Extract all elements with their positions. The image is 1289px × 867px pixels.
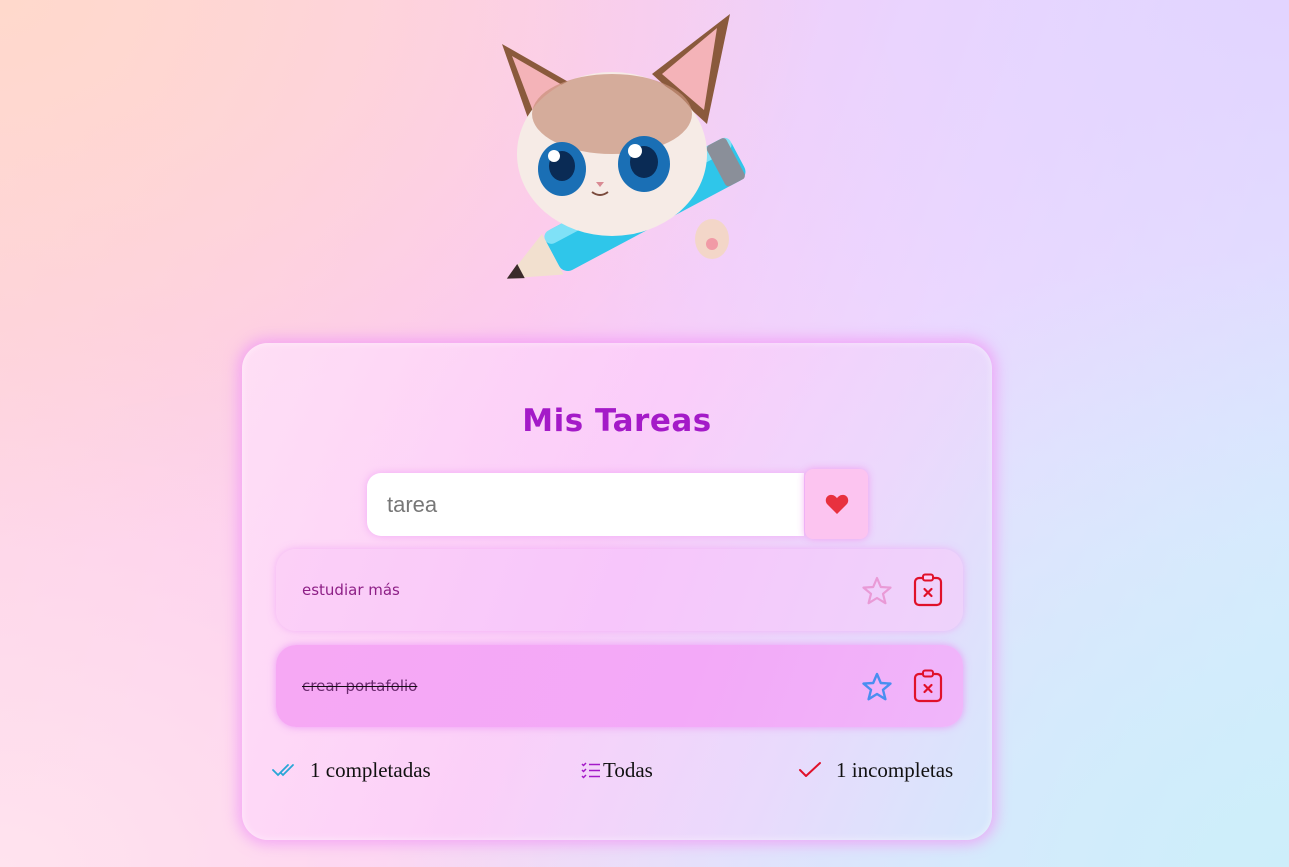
- delete-clipboard-icon[interactable]: [913, 669, 943, 703]
- filter-completed-label: 1 completadas: [310, 757, 431, 782]
- check-icon: [799, 762, 821, 777]
- todo-card: Mis Tareas estudiar más crear portafolio: [242, 343, 992, 840]
- heart-icon: [825, 494, 848, 514]
- add-task-button[interactable]: [805, 469, 868, 539]
- list-check-icon: [581, 762, 600, 779]
- task-item[interactable]: estudiar más: [276, 549, 963, 631]
- star-icon[interactable]: [861, 671, 893, 703]
- filter-incomplete[interactable]: 1 incompletas: [798, 757, 953, 783]
- filter-completed[interactable]: 1 completadas: [272, 757, 431, 783]
- page-title: Mis Tareas: [522, 403, 712, 439]
- filter-incomplete-label: 1 incompletas: [836, 757, 954, 782]
- delete-clipboard-icon[interactable]: [913, 573, 943, 607]
- task-input[interactable]: [367, 473, 804, 536]
- task-text[interactable]: estudiar más: [302, 581, 400, 599]
- filter-all[interactable]: Todas: [581, 757, 653, 783]
- cat-mascot-image: [502, 14, 746, 279]
- task-text[interactable]: crear portafolio: [302, 677, 417, 695]
- task-item[interactable]: crear portafolio: [276, 645, 963, 727]
- double-check-icon: [272, 764, 294, 777]
- filter-all-label: Todas: [603, 757, 653, 782]
- star-icon[interactable]: [861, 575, 893, 607]
